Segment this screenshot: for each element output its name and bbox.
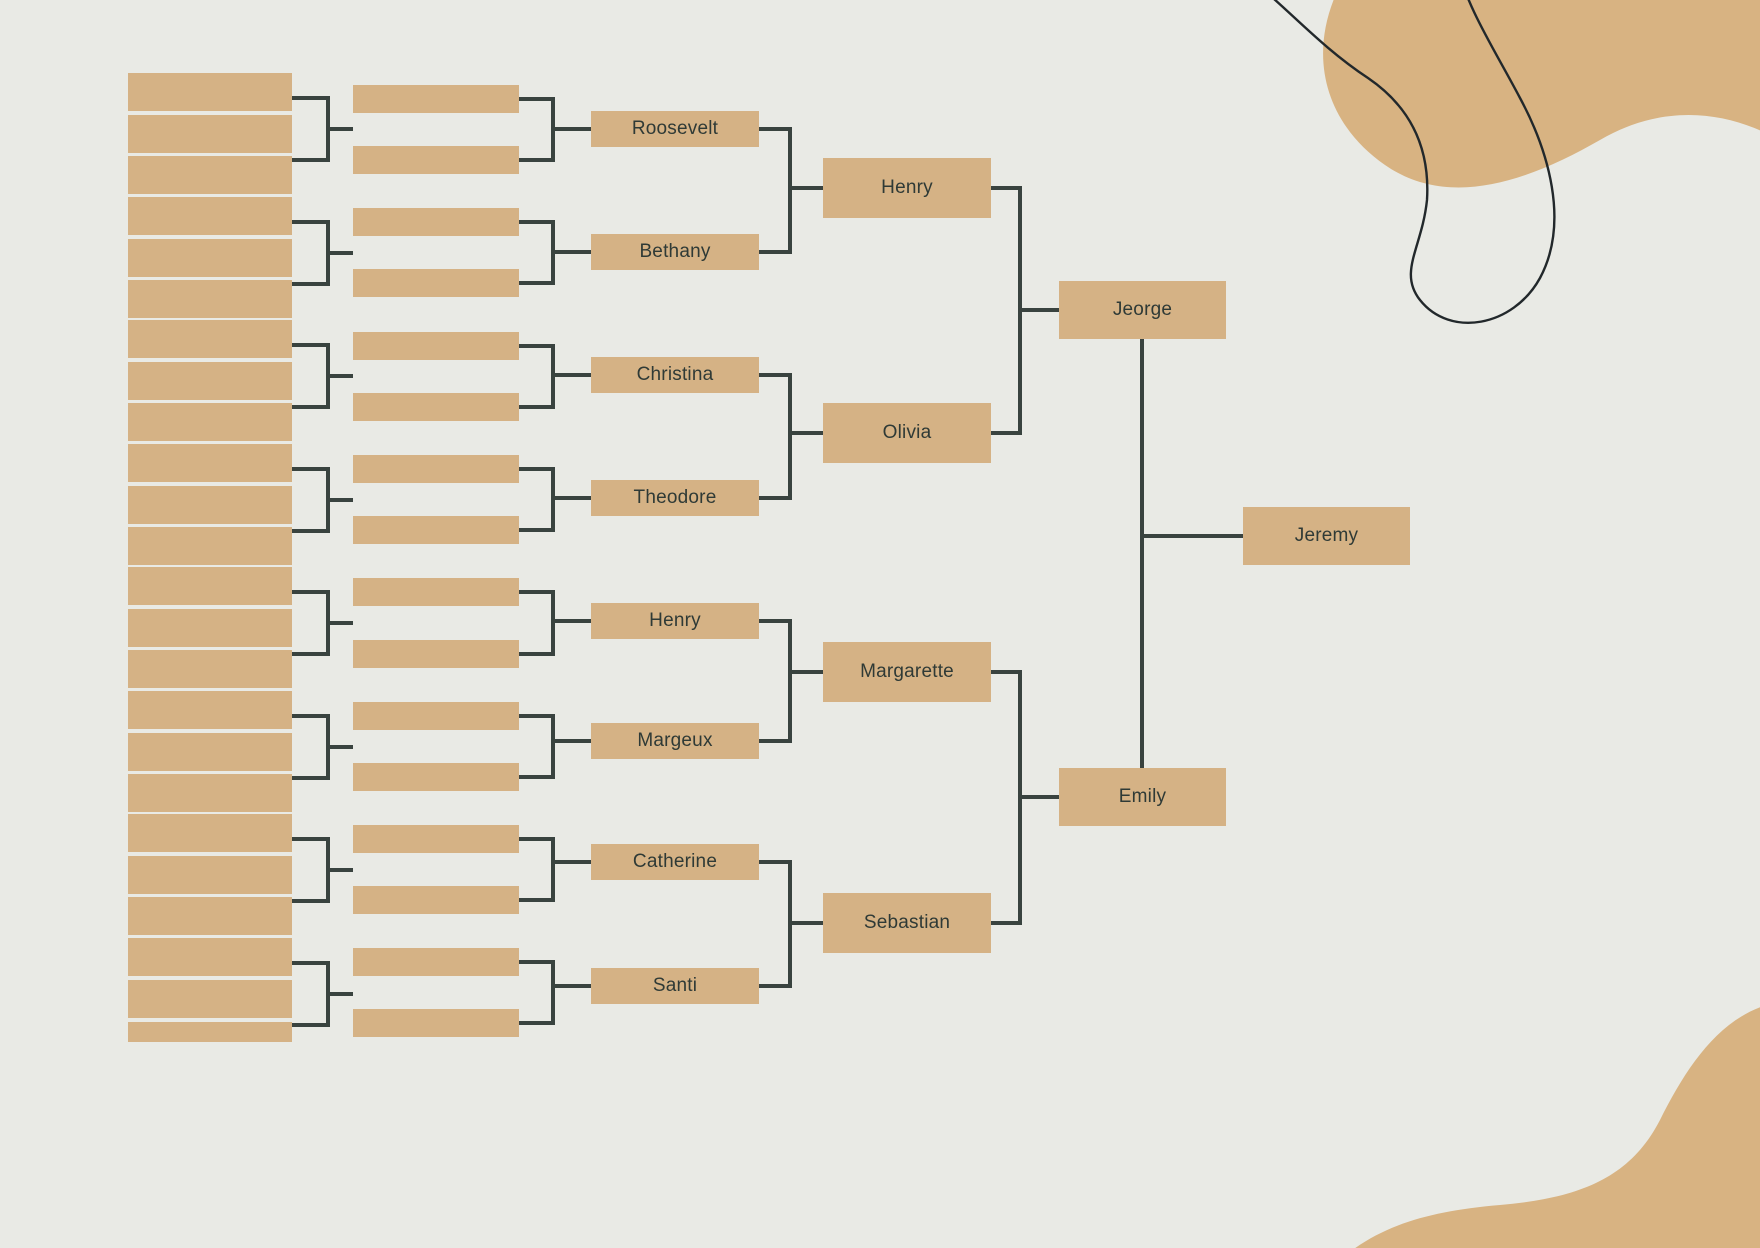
bracket-graph — [128, 73, 1410, 1042]
r1-r2-connectors — [292, 96, 353, 1027]
r4-box[interactable] — [823, 642, 991, 702]
connector — [292, 96, 353, 162]
seed-box[interactable] — [128, 486, 292, 524]
seed-box[interactable] — [128, 691, 292, 729]
seed-box[interactable] — [128, 980, 292, 1018]
seed-box[interactable] — [128, 362, 292, 400]
seed-box[interactable] — [128, 73, 292, 111]
seed-box[interactable] — [128, 197, 292, 235]
r2-box[interactable] — [353, 332, 519, 360]
r2-box[interactable] — [353, 825, 519, 853]
seed-box[interactable] — [128, 156, 292, 194]
connector — [519, 590, 591, 656]
r2-box[interactable] — [353, 516, 519, 544]
connector — [519, 344, 591, 409]
connector — [991, 186, 1059, 435]
connector — [519, 960, 591, 1025]
seed-box[interactable] — [128, 320, 292, 358]
r2-box[interactable] — [353, 948, 519, 976]
r4-box[interactable] — [823, 158, 991, 218]
r3-box[interactable] — [591, 968, 759, 1004]
connector — [519, 467, 591, 532]
connector — [759, 619, 823, 743]
r2-box[interactable] — [353, 640, 519, 668]
seed-box[interactable] — [128, 650, 292, 688]
r2-r3-connectors — [519, 97, 591, 1025]
seed-box[interactable] — [128, 115, 292, 153]
seed-box[interactable] — [128, 239, 292, 277]
seed-box[interactable] — [128, 444, 292, 482]
r2-box[interactable] — [353, 578, 519, 606]
seed-box[interactable] — [128, 280, 292, 318]
connector — [759, 373, 823, 500]
r2-box[interactable] — [353, 702, 519, 730]
seed-box[interactable] — [128, 403, 292, 441]
connector — [991, 670, 1059, 925]
r5-box[interactable] — [1059, 768, 1226, 826]
connector — [292, 714, 353, 780]
connector — [292, 590, 353, 656]
r2-box[interactable] — [353, 208, 519, 236]
r3-box[interactable] — [591, 234, 759, 270]
r2-box[interactable] — [353, 85, 519, 113]
r2-box[interactable] — [353, 146, 519, 174]
seed-box[interactable] — [128, 1022, 292, 1042]
r3-box[interactable] — [591, 603, 759, 639]
connector — [292, 343, 353, 409]
connector — [759, 860, 823, 988]
bracket-canvas: Roosevelt Bethany Christina Theodore Hen… — [0, 0, 1760, 1248]
seed-box[interactable] — [128, 733, 292, 771]
r5-box[interactable] — [1059, 281, 1226, 339]
connector — [292, 467, 353, 533]
connector — [292, 837, 353, 903]
r4-box[interactable] — [823, 893, 991, 953]
round3-boxes — [591, 111, 759, 1004]
champion-box-group — [1243, 507, 1410, 565]
connector — [519, 837, 591, 902]
r2-box[interactable] — [353, 763, 519, 791]
connector — [519, 220, 591, 285]
r4-r5-connectors — [991, 186, 1059, 925]
connector — [292, 220, 353, 286]
round4-boxes — [823, 158, 991, 953]
r2-box[interactable] — [353, 455, 519, 483]
seed-box[interactable] — [128, 609, 292, 647]
r3-box[interactable] — [591, 111, 759, 147]
r4-box[interactable] — [823, 403, 991, 463]
r2-box[interactable] — [353, 269, 519, 297]
final-connector — [1140, 339, 1243, 768]
connector — [759, 127, 823, 254]
seed-box[interactable] — [128, 897, 292, 935]
r2-box[interactable] — [353, 393, 519, 421]
r3-box[interactable] — [591, 723, 759, 759]
r3-box[interactable] — [591, 480, 759, 516]
seed-box[interactable] — [128, 938, 292, 976]
seed-box[interactable] — [128, 774, 292, 812]
r2-box[interactable] — [353, 886, 519, 914]
r2-box[interactable] — [353, 1009, 519, 1037]
r3-r4-connectors — [759, 127, 823, 988]
connector — [519, 97, 591, 162]
r3-box[interactable] — [591, 844, 759, 880]
round2-boxes — [353, 85, 519, 1037]
r3-box[interactable] — [591, 357, 759, 393]
seed-box[interactable] — [128, 814, 292, 852]
champion-box[interactable] — [1243, 507, 1410, 565]
seed-box[interactable] — [128, 527, 292, 565]
connector — [519, 714, 591, 779]
seed-box[interactable] — [128, 567, 292, 605]
seed-box[interactable] — [128, 856, 292, 894]
connector — [292, 961, 353, 1027]
